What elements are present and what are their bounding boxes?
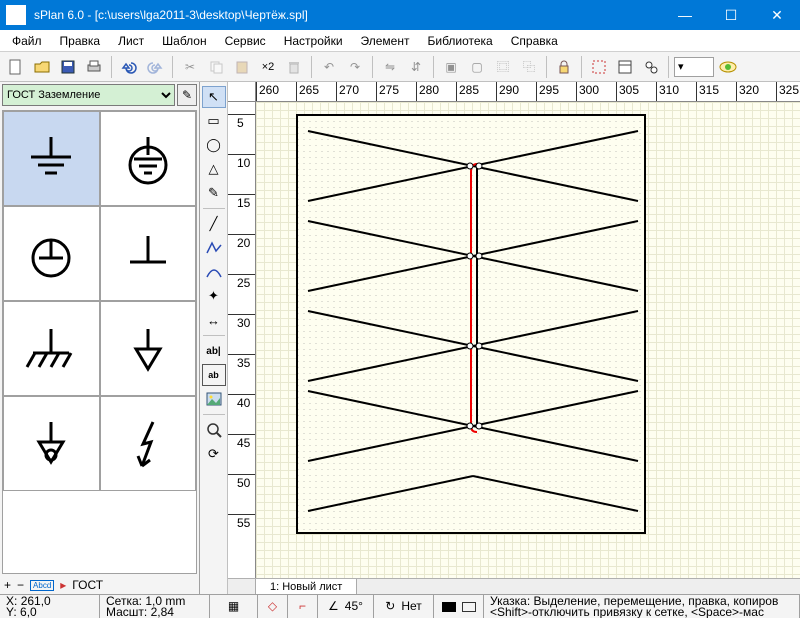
symbol-grid [2,110,197,574]
coords-pane: X: 261,0 Y: 6,0 [0,595,100,618]
select-rect-icon[interactable] [587,55,611,79]
symbol-ground[interactable] [3,111,100,206]
text-tool[interactable]: ab| [202,340,226,362]
menu-Правка[interactable]: Правка [52,32,109,50]
snap-toggle[interactable]: ◇ [258,595,288,618]
menu-Элемент[interactable]: Элемент [353,32,418,50]
ruler-horizontal: 2602652702752802852902953003053103153203… [228,82,800,102]
open-icon[interactable] [30,55,54,79]
polyline-tool[interactable] [202,237,226,259]
symbol-chassis-lines[interactable] [3,301,100,396]
menu-Библиотека[interactable]: Библиотека [419,32,500,50]
symbol-chassis[interactable] [100,206,197,301]
window-title: sPlan 6.0 - [c:\users\lga2011-3\desktop\… [32,8,662,22]
duplicate-icon[interactable]: ×2 [256,55,280,79]
freeform-tool[interactable]: ✎ [202,182,226,204]
new-icon[interactable] [4,55,28,79]
library-select[interactable]: ГОСТ Заземление [2,84,175,106]
paste-icon[interactable] [230,55,254,79]
print-icon[interactable] [82,55,106,79]
library-panel: ГОСТ Заземление ✎ + − Abcd ▸ ГОСТ [0,82,200,594]
main-toolbar: ✂ ×2 ↶ ↷ ⇋ ⇵ ▣ ▢ ⿴ ⿻ ▾ [0,52,800,82]
menu-Сервис[interactable]: Сервис [217,32,274,50]
grid-toggle[interactable]: ▦ [210,595,258,618]
ortho-toggle[interactable]: ⌐ [288,595,318,618]
draw-toolbar: ↖ ▭ ◯ △ ✎ ╱ ✦ ↔ ab| ab ⟳ [200,82,228,594]
menu-Справка[interactable]: Справка [503,32,566,50]
ruler-vertical: 510152025303540455055 [228,102,256,578]
node-tool[interactable]: ✦ [202,285,226,307]
label-badge-icon[interactable]: Abcd [30,580,54,591]
plus-icon[interactable]: + [4,578,11,592]
measure-tool[interactable]: ⟳ [202,443,226,465]
lock-icon[interactable] [552,55,576,79]
title-bar: sPlan 6.0 - [c:\users\lga2011-3\desktop\… [0,0,800,30]
symbol-signal-ground[interactable] [100,301,197,396]
library-edit-button[interactable]: ✎ [177,84,197,106]
menu-Настройки[interactable]: Настройки [276,32,351,50]
sheet-tab[interactable]: 1: Новый лист [256,579,357,594]
app-icon [6,5,26,25]
redo-icon[interactable] [143,55,167,79]
hint-pane: Указка: Выделение, перемещение, правка, … [484,595,800,618]
line-tool[interactable]: ╱ [202,213,226,235]
sheet-tabs: 1: Новый лист [228,578,800,594]
circle-tool[interactable]: ◯ [202,134,226,156]
drawing-content [298,116,648,536]
dimension-tool[interactable]: ↔ [202,309,226,331]
copy-icon[interactable] [204,55,228,79]
front-icon[interactable]: ▣ [439,55,463,79]
menu-Лист[interactable]: Лист [110,32,152,50]
find-icon[interactable] [639,55,663,79]
layers-icon[interactable] [613,55,637,79]
curve-tool[interactable] [202,261,226,283]
library-name: ГОСТ [72,578,103,592]
color-pane[interactable] [434,595,484,618]
mirror-v-icon[interactable]: ⇵ [404,55,428,79]
symbol-equipotential[interactable] [3,396,100,491]
rotate-left-icon[interactable]: ↶ [317,55,341,79]
close-button[interactable]: ✕ [754,0,800,30]
symbol-ground-noiseless[interactable] [3,206,100,301]
menu-Файл[interactable]: Файл [4,32,50,50]
grid-pane: Сетка: 1,0 mm Масшт: 2,84 [100,595,210,618]
group-icon[interactable]: ⿴ [491,55,515,79]
mirror-h-icon[interactable]: ⇋ [378,55,402,79]
ungroup-icon[interactable]: ⿻ [517,55,541,79]
maximize-button[interactable]: ☐ [708,0,754,30]
symbol-ground-protective[interactable] [100,111,197,206]
cut-icon[interactable]: ✂ [178,55,202,79]
polygon-tool[interactable]: △ [202,158,226,180]
rect-tool[interactable]: ▭ [202,110,226,132]
zoom-combo[interactable]: ▾ [674,57,714,77]
image-tool[interactable] [202,388,226,410]
symbol-lightning[interactable] [100,396,197,491]
angle-pane[interactable]: ∠ 45° [318,595,374,618]
snap-mode[interactable]: ↻ Нет [374,595,434,618]
menu-bar: ФайлПравкаЛистШаблонСервисНастройкиЭлеме… [0,30,800,52]
undo-icon[interactable] [117,55,141,79]
textbox-tool[interactable]: ab [202,364,226,386]
drawing-page [296,114,646,534]
canvas[interactable] [256,102,800,578]
library-footer: + − Abcd ▸ ГОСТ [0,576,199,594]
save-icon[interactable] [56,55,80,79]
menu-Шаблон[interactable]: Шаблон [154,32,214,50]
delete-icon[interactable] [282,55,306,79]
back-icon[interactable]: ▢ [465,55,489,79]
minus-icon[interactable]: − [17,578,24,592]
status-bar: X: 261,0 Y: 6,0 Сетка: 1,0 mm Масшт: 2,8… [0,594,800,618]
zoom-tool[interactable] [202,419,226,441]
minimize-button[interactable]: — [662,0,708,30]
pointer-tool[interactable]: ↖ [202,86,226,108]
rotate-right-icon[interactable]: ↷ [343,55,367,79]
zoom-fit-icon[interactable] [716,55,740,79]
canvas-area: 2602652702752802852902953003053103153203… [228,82,800,594]
flag-icon[interactable]: ▸ [60,578,66,592]
